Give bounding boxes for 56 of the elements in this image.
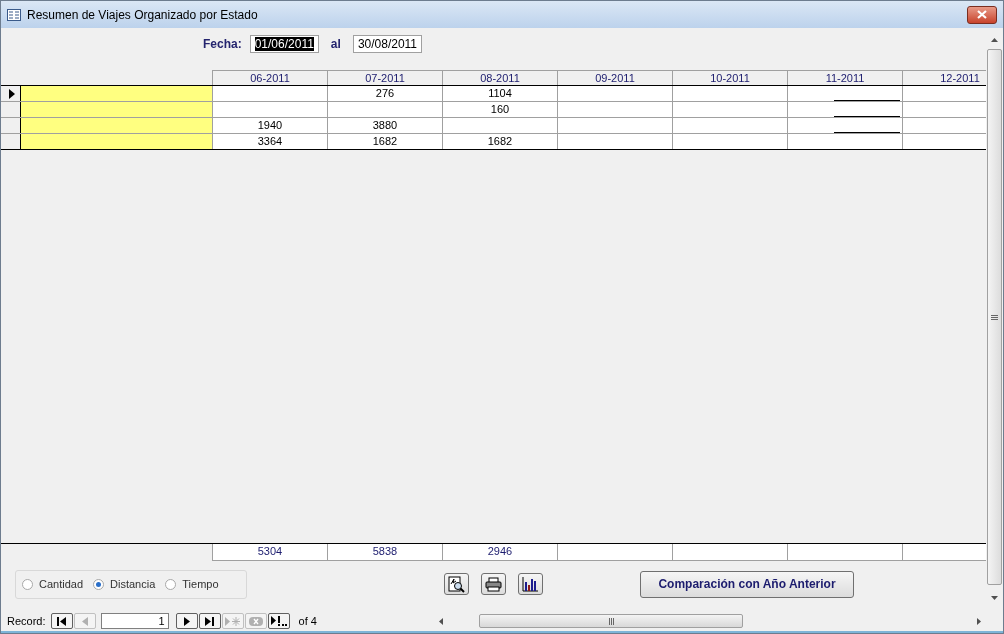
first-record-icon [56, 616, 67, 626]
column-header: 10-2011 [672, 70, 787, 85]
close-button[interactable] [967, 5, 997, 24]
new-record-icon [224, 616, 241, 626]
print-preview-icon [448, 575, 465, 593]
print-preview-button[interactable] [444, 573, 469, 595]
scroll-down-icon[interactable] [991, 595, 998, 602]
new-search-icon [270, 616, 287, 626]
scroll-left-icon[interactable] [438, 617, 445, 625]
table-cell: 1104 [442, 86, 557, 101]
total-cell: 2946 [442, 544, 557, 561]
next-record-icon [183, 616, 190, 626]
date-label: Fecha: [203, 37, 242, 51]
column-header: 07-2011 [327, 70, 442, 85]
previous-record-icon [81, 616, 88, 626]
record-count: of 4 [298, 615, 317, 627]
print-button[interactable] [481, 573, 506, 595]
grip-icon [608, 617, 614, 625]
column-header: 08-2011 [442, 70, 557, 85]
window-title: Resumen de Viajes Organizado por Estado [27, 7, 258, 22]
to-label: al [330, 37, 341, 51]
column-header: 09-2011 [557, 70, 672, 85]
close-icon [977, 10, 987, 19]
measure-radio[interactable]: Cantidad [22, 578, 84, 590]
table-cell: 1682 [442, 134, 557, 149]
measure-radio[interactable]: Tiempo [165, 578, 219, 590]
column-header: 11-2011 [787, 70, 902, 85]
chart-button[interactable] [518, 573, 543, 595]
record-nav-button[interactable] [175, 613, 198, 629]
column-header: 12-2011 [902, 70, 986, 85]
table-cell: 160 [442, 102, 557, 117]
total-cell: 5838 [327, 544, 442, 561]
column-header: 06-2011 [212, 70, 327, 85]
measure-radio[interactable]: Distancia [93, 578, 156, 590]
printer-icon [485, 576, 502, 592]
scroll-up-icon[interactable] [991, 36, 998, 43]
record-nav-button[interactable] [50, 613, 73, 629]
table-cell: 3880 [327, 118, 442, 133]
record-label: Record: [7, 615, 46, 627]
grip-icon [991, 314, 998, 320]
scroll-right-icon[interactable] [975, 617, 982, 625]
last-record-icon [204, 616, 215, 626]
total-cell: 5304 [212, 544, 327, 561]
table-cell: 1940 [212, 118, 327, 133]
table-cell: 276 [327, 86, 442, 101]
delete-record-icon [248, 616, 263, 626]
table-cell: 1682 [327, 134, 442, 149]
record-nav-button[interactable] [198, 613, 221, 629]
form-icon [7, 8, 21, 21]
end-date-field[interactable]: 30/08/2011 [352, 35, 423, 53]
table-cell: 3364 [212, 134, 327, 149]
record-nav-button[interactable] [267, 613, 290, 629]
compare-button[interactable]: Comparación con Año Anterior [640, 570, 854, 598]
record-number-field[interactable]: 1 [100, 613, 169, 629]
start-date-field[interactable]: 01/06/2011 [249, 35, 319, 53]
bar-chart-icon [522, 576, 539, 592]
